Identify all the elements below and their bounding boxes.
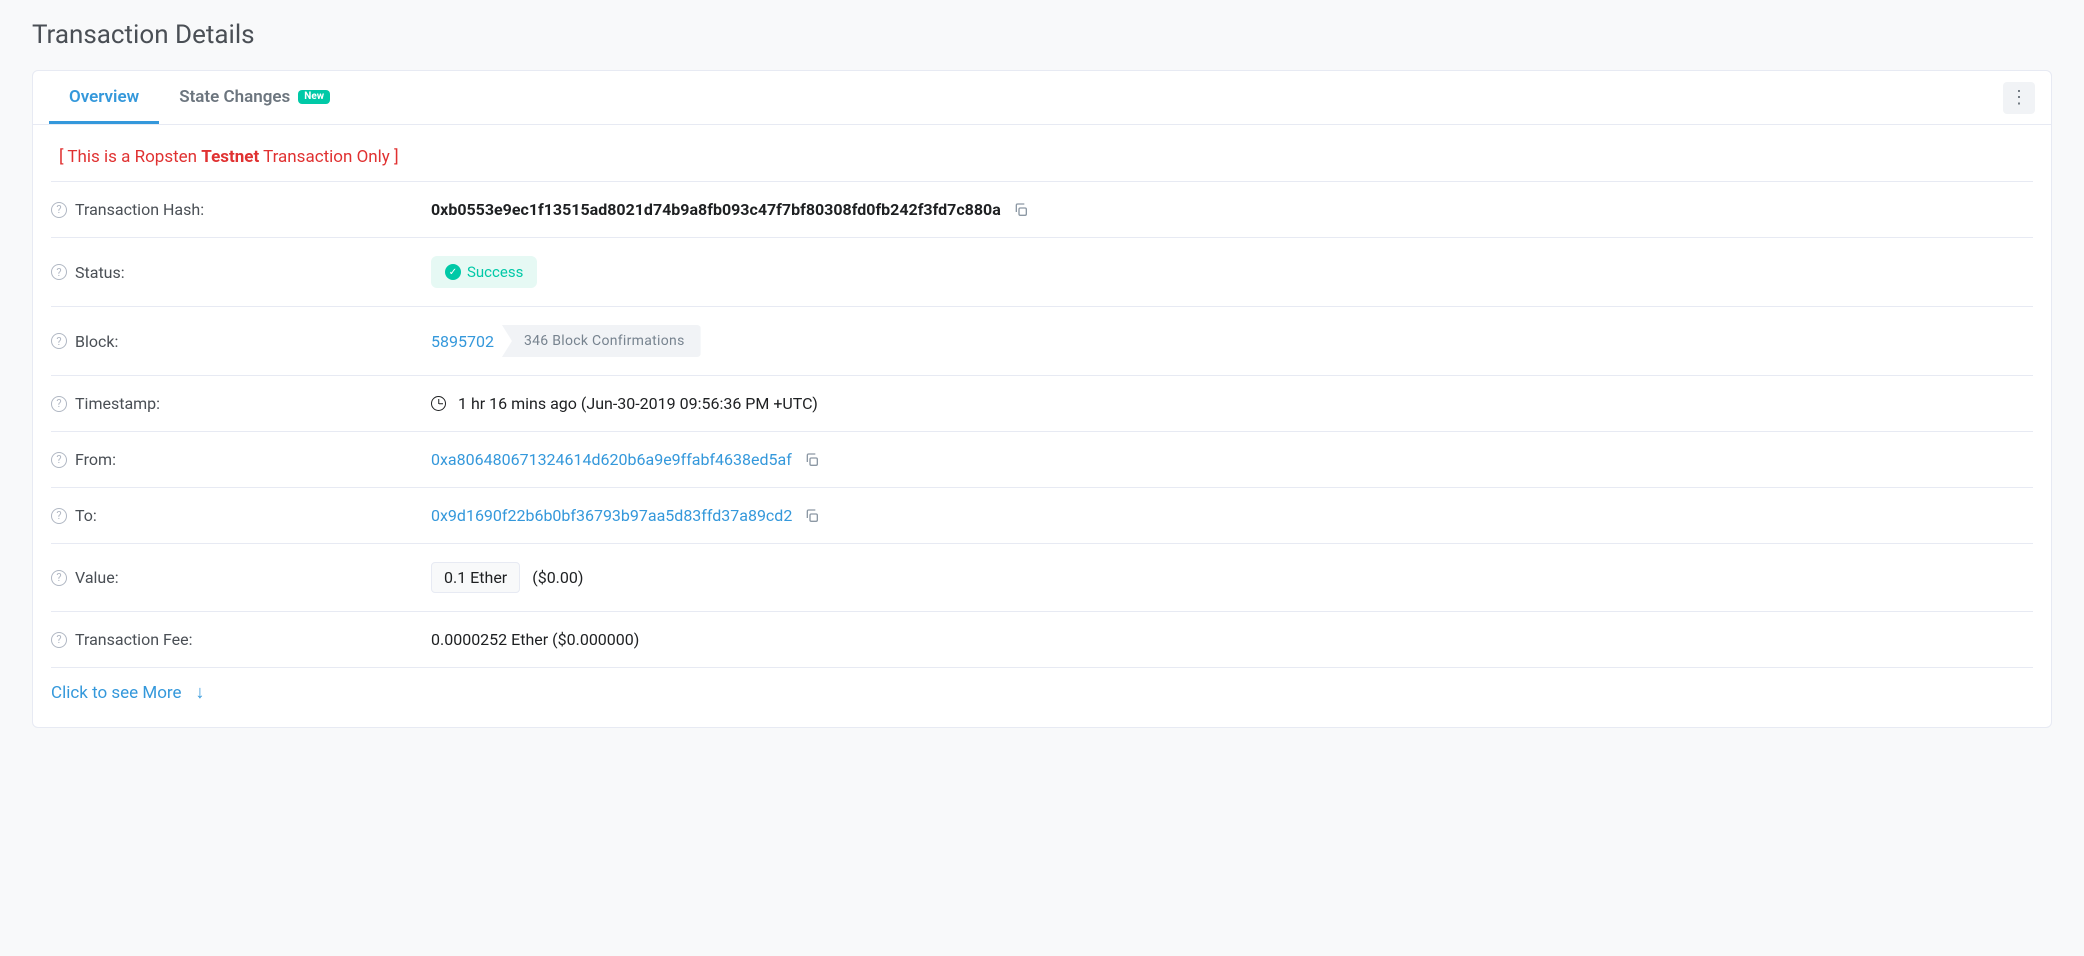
- new-badge: New: [298, 90, 330, 104]
- more-options-button[interactable]: ⋮: [2003, 82, 2035, 114]
- to-address-link[interactable]: 0x9d1690f22b6b0bf36793b97aa5d83ffd37a89c…: [431, 506, 792, 525]
- notice-prefix: [ This is a Ropsten: [59, 147, 201, 167]
- value-usd: ($0.00): [532, 568, 583, 587]
- from-address-link[interactable]: 0xa806480671324614d620b6a9e9ffabf4638ed5…: [431, 450, 792, 469]
- see-more-link[interactable]: Click to see More ↓: [51, 668, 2033, 703]
- row-fee: ? Transaction Fee: 0.0000252 Ether ($0.0…: [51, 612, 2033, 668]
- vertical-dots-icon: ⋮: [2010, 87, 2028, 108]
- row-block: ? Block: 5895702 346 Block Confirmations: [51, 307, 2033, 376]
- tab-overview-label: Overview: [69, 87, 139, 107]
- label-block: Block:: [75, 332, 118, 351]
- tab-state-changes[interactable]: State Changes New: [159, 71, 350, 124]
- label-fee: Transaction Fee:: [75, 630, 193, 649]
- status-text: Success: [467, 263, 523, 281]
- value-fee: 0.0000252 Ether ($0.000000): [431, 630, 639, 649]
- page-title: Transaction Details: [32, 20, 2052, 50]
- status-badge: ✓ Success: [431, 256, 537, 288]
- help-icon[interactable]: ?: [51, 396, 67, 412]
- row-status: ? Status: ✓ Success: [51, 238, 2033, 307]
- help-icon[interactable]: ?: [51, 452, 67, 468]
- label-to: To:: [75, 506, 97, 525]
- clock-icon: [431, 396, 446, 411]
- testnet-notice: [ This is a Ropsten Testnet Transaction …: [51, 129, 2033, 182]
- value-chip: 0.1 Ether: [431, 562, 520, 593]
- copy-icon[interactable]: [804, 452, 820, 468]
- help-icon[interactable]: ?: [51, 632, 67, 648]
- block-link[interactable]: 5895702: [431, 332, 494, 351]
- label-from: From:: [75, 450, 116, 469]
- confirmations-tag: 346 Block Confirmations: [502, 325, 701, 357]
- tabs-bar: Overview State Changes New ⋮: [33, 71, 2051, 125]
- tab-overview[interactable]: Overview: [49, 71, 159, 124]
- row-timestamp: ? Timestamp: 1 hr 16 mins ago (Jun-30-20…: [51, 376, 2033, 432]
- label-status: Status:: [75, 263, 125, 282]
- arrow-down-icon: ↓: [196, 682, 205, 703]
- value-timestamp: 1 hr 16 mins ago (Jun-30-2019 09:56:36 P…: [458, 394, 818, 413]
- copy-icon[interactable]: [1013, 202, 1029, 218]
- label-timestamp: Timestamp:: [75, 394, 160, 413]
- row-txhash: ? Transaction Hash: 0xb0553e9ec1f13515ad…: [51, 182, 2033, 238]
- row-value: ? Value: 0.1 Ether ($0.00): [51, 544, 2033, 612]
- row-from: ? From: 0xa806480671324614d620b6a9e9ffab…: [51, 432, 2033, 488]
- label-txhash: Transaction Hash:: [75, 200, 204, 219]
- check-circle-icon: ✓: [445, 264, 461, 280]
- row-to: ? To: 0x9d1690f22b6b0bf36793b97aa5d83ffd…: [51, 488, 2033, 544]
- value-txhash: 0xb0553e9ec1f13515ad8021d74b9a8fb093c47f…: [431, 200, 1001, 219]
- notice-bold: Testnet: [201, 147, 259, 167]
- help-icon[interactable]: ?: [51, 202, 67, 218]
- help-icon[interactable]: ?: [51, 264, 67, 280]
- copy-icon[interactable]: [804, 508, 820, 524]
- tab-state-changes-label: State Changes: [179, 87, 290, 107]
- help-icon[interactable]: ?: [51, 333, 67, 349]
- help-icon[interactable]: ?: [51, 570, 67, 586]
- label-value: Value:: [75, 568, 119, 587]
- details-card: Overview State Changes New ⋮ [ This is a…: [32, 70, 2052, 728]
- see-more-label: Click to see More: [51, 683, 182, 703]
- notice-suffix: Transaction Only ]: [259, 147, 398, 167]
- help-icon[interactable]: ?: [51, 508, 67, 524]
